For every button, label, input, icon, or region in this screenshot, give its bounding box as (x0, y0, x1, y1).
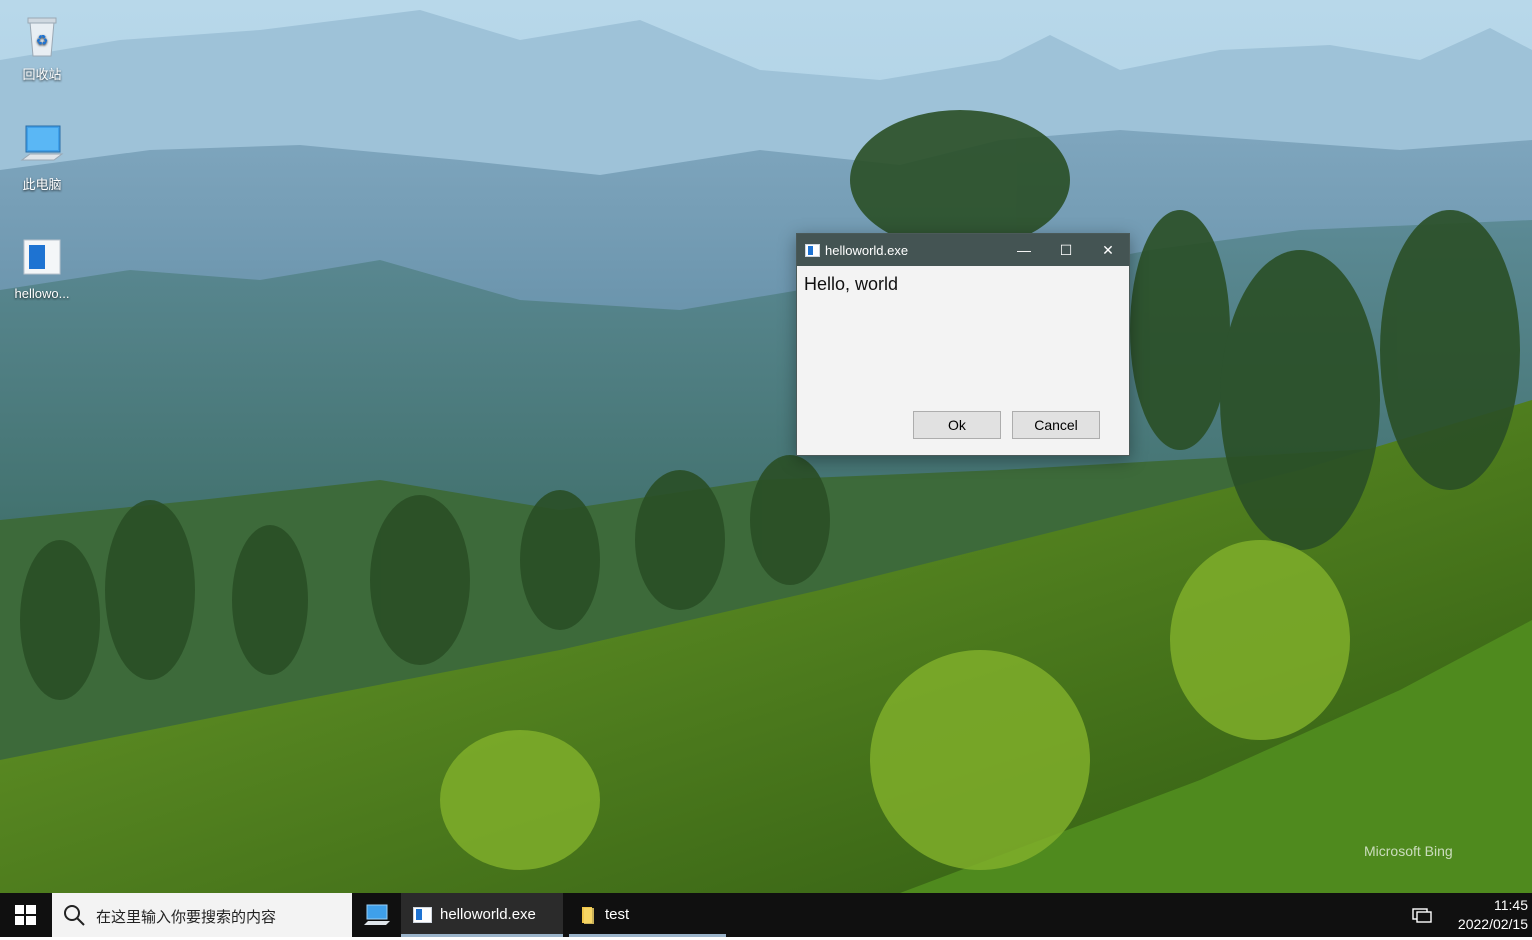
search-icon (64, 905, 85, 926)
taskbar-item-test[interactable]: test (569, 893, 726, 937)
app-window-icon (805, 244, 820, 257)
desktop-icon-this-pc[interactable]: 此电脑 (4, 122, 80, 193)
app-window-icon-accent (416, 909, 422, 920)
recycle-bin-icon: ♻ (27, 17, 57, 57)
helloworld-dialog: helloworld.exe — ☐ ✕ Hello, world Ok Can… (796, 233, 1130, 456)
dialog-body: Hello, world (797, 266, 1129, 303)
desktop-icon-label: 回收站 (22, 67, 62, 82)
desktop: ♻ 回收站 此电脑 hellowo... Microsoft Bing hell… (0, 0, 1532, 893)
dialog-titlebar[interactable]: helloworld.exe — ☐ ✕ (797, 234, 1129, 266)
folder-icon (582, 907, 594, 924)
taskbar-item-label: helloworld.exe (440, 906, 536, 923)
clock-time: 11:45 (1494, 897, 1528, 913)
desktop-icon-label: hellowo... (14, 286, 70, 301)
notification-icon[interactable] (1412, 907, 1432, 923)
taskbar-item-label: test (605, 906, 630, 923)
taskbar-pinned-app[interactable] (356, 893, 396, 937)
windows-logo-icon (15, 905, 36, 925)
maximize-button[interactable]: ☐ (1045, 234, 1087, 266)
desktop-icon-helloworld[interactable]: hellowo... (4, 234, 80, 301)
dialog-title: helloworld.exe (825, 243, 909, 258)
desktop-icon-label: 此电脑 (22, 177, 62, 192)
pinned-app-icon (364, 904, 390, 925)
start-button[interactable] (0, 893, 52, 937)
svg-text:♻: ♻ (36, 32, 49, 48)
minimize-button[interactable]: — (1003, 234, 1045, 266)
app-file-icon (23, 239, 61, 275)
desktop-icon-recycle-bin[interactable]: ♻ 回收站 (4, 12, 80, 83)
taskbar-clock[interactable]: 11:45 2022/02/15 (1458, 896, 1528, 934)
close-button[interactable]: ✕ (1087, 234, 1129, 266)
dialog-message: Hello, world (804, 274, 899, 294)
taskbar-item-helloworld[interactable]: helloworld.exe (401, 893, 563, 937)
clock-date: 2022/02/15 (1457, 916, 1528, 932)
cancel-button[interactable]: Cancel (1012, 411, 1100, 439)
ok-button[interactable]: Ok (913, 411, 1001, 439)
taskbar-search-box[interactable]: 在这里输入你要搜索的内容 (52, 893, 352, 937)
bing-watermark: Microsoft Bing (1364, 843, 1453, 859)
computer-icon (20, 125, 64, 161)
search-placeholder: 在这里输入你要搜索的内容 (96, 909, 277, 926)
taskbar: 在这里输入你要搜索的内容 helloworld.exe test 11:45 2… (0, 893, 1532, 937)
wallpaper-landscape (0, 0, 1532, 893)
